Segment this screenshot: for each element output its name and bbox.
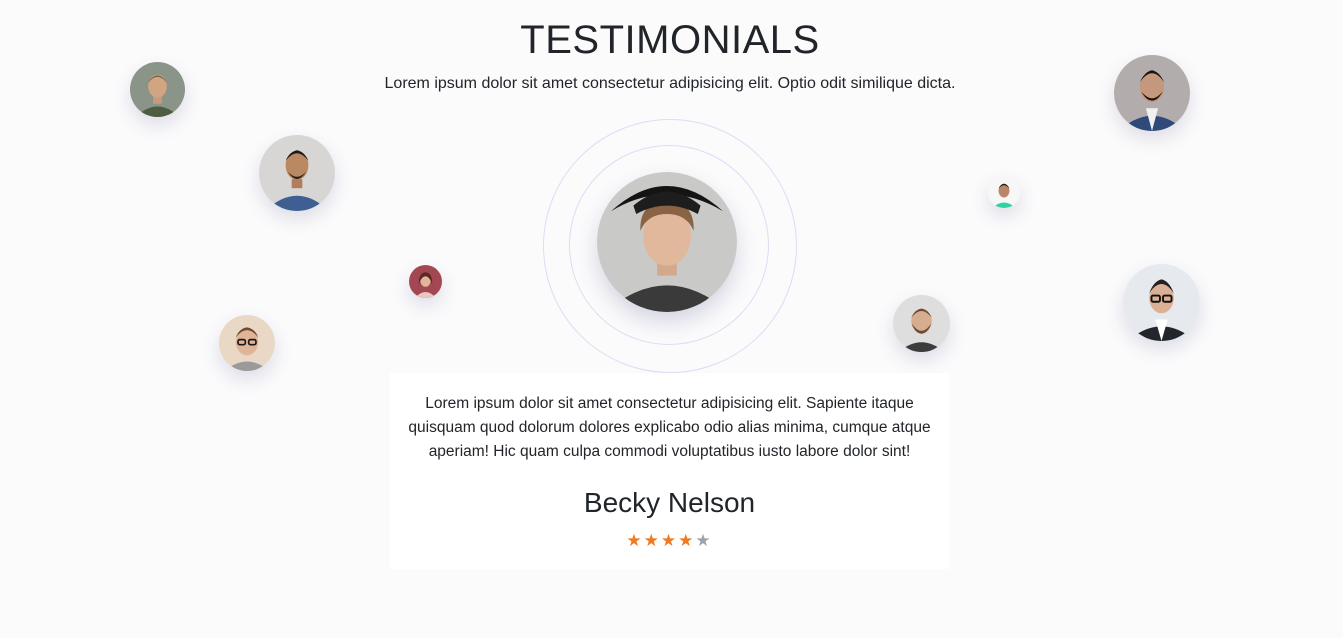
avatar-man-glasses[interactable]	[219, 315, 275, 371]
avatar-man-beard[interactable]	[893, 295, 950, 352]
avatar-man-green-shirt[interactable]	[988, 176, 1020, 208]
testimonials-section: TESTIMONIALS Lorem ipsum dolor sit amet …	[0, 0, 1343, 638]
star-empty-icon: ★	[695, 531, 713, 550]
avatar-man-suit[interactable]	[1114, 55, 1190, 131]
star-icon: ★	[678, 531, 696, 550]
testimonial-card: Lorem ipsum dolor sit amet consectetur a…	[390, 373, 949, 569]
person-photo-icon	[988, 176, 1020, 208]
testimonial-quote: Lorem ipsum dolor sit amet consectetur a…	[408, 395, 931, 460]
testimonial-author-name: Becky Nelson	[583, 487, 756, 518]
avatar-featured-curly-hair-hat[interactable]	[597, 172, 737, 312]
person-photo-icon	[219, 315, 275, 371]
person-photo-icon	[1123, 264, 1200, 341]
star-icon: ★	[643, 531, 661, 550]
person-photo-icon	[597, 172, 737, 312]
rating-stars: ★★★★★	[390, 531, 949, 551]
person-photo-icon	[409, 265, 442, 298]
person-photo-icon	[1114, 55, 1190, 131]
person-photo-icon	[893, 295, 950, 352]
star-icon: ★	[626, 531, 644, 550]
person-photo-icon	[259, 135, 335, 211]
avatar-man-glasses-suit[interactable]	[1123, 264, 1200, 341]
person-photo-icon	[130, 62, 185, 117]
star-icon: ★	[660, 531, 679, 550]
avatar-man-green-jacket[interactable]	[130, 62, 185, 117]
avatar-man-blue-shirt[interactable]	[259, 135, 335, 211]
avatar-woman-red[interactable]	[409, 265, 442, 298]
